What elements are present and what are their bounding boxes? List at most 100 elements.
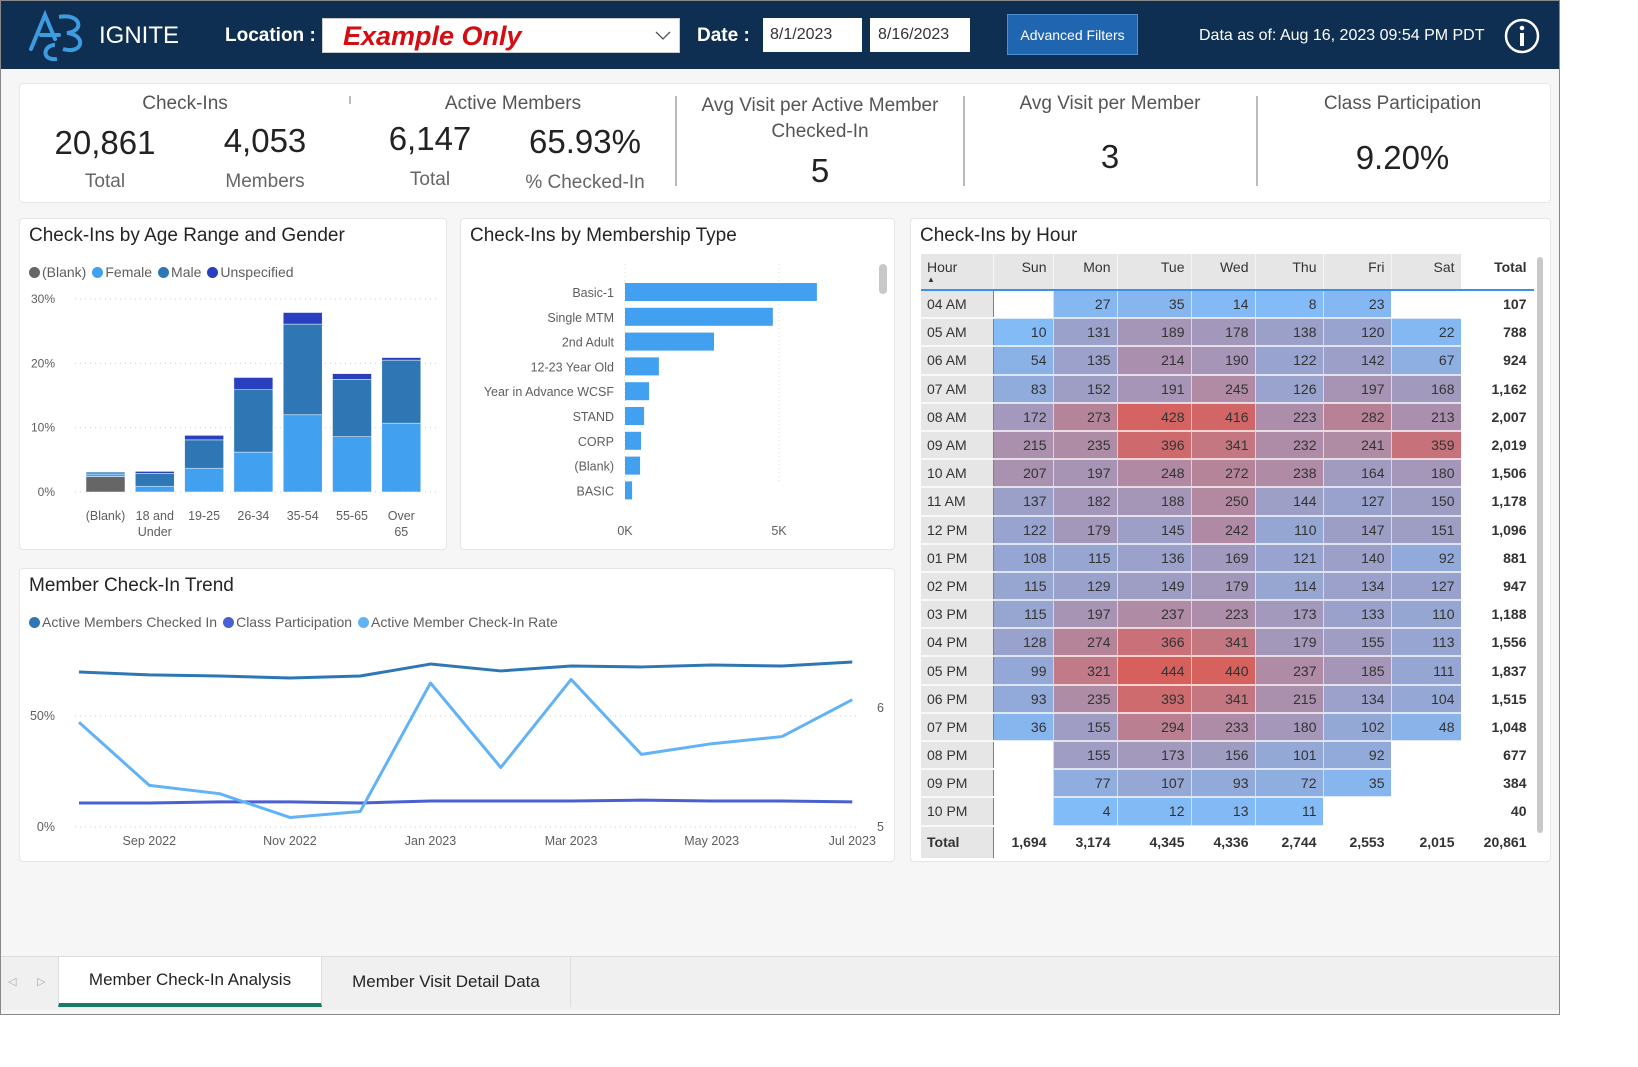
checkins-members-label: Members (225, 171, 305, 192)
column-header[interactable]: Thu (1255, 254, 1324, 291)
class-participation-title: Class Participation (1323, 93, 1482, 114)
legend-item[interactable]: (Blank) (29, 264, 86, 280)
heat-cell: 359 (1391, 430, 1462, 461)
column-header[interactable]: Wed (1191, 254, 1256, 291)
y-tick-label: 0% (37, 820, 55, 834)
heat-cell: 149 (1117, 571, 1192, 602)
heat-cell: 99 (993, 656, 1054, 686)
heat-cell: 282 (1323, 402, 1392, 432)
heat-cell: 273 (1053, 402, 1118, 432)
heat-cell: 4 (1053, 797, 1118, 827)
heat-cell: 242 (1191, 515, 1256, 545)
active-members-pct: 65.93% (529, 123, 641, 160)
heat-cell: 11 (1255, 797, 1324, 827)
legend-label: Class Participation (236, 614, 353, 630)
heat-cell: 67 (1391, 346, 1462, 376)
ignite-logo-icon (29, 9, 82, 62)
row-total: 384 (1461, 769, 1534, 799)
heat-cell (993, 769, 1054, 799)
heat-cell: 272 (1191, 459, 1256, 489)
legend-label: Male (171, 264, 202, 280)
heat-cell: 23 (1323, 290, 1392, 320)
column-header[interactable]: Tue (1117, 254, 1192, 291)
legend-item[interactable]: Female (92, 264, 152, 280)
legend-dot-icon (158, 267, 170, 278)
checkins-total: 20,861 (54, 124, 156, 161)
bar-segment (135, 473, 175, 487)
info-icon[interactable] (1503, 17, 1541, 55)
table-row: 06 AM 54 135 214 190 122 142 67 924 (921, 346, 1534, 376)
heat-cell: 396 (1117, 430, 1192, 461)
hour-label: 10 PM (921, 797, 994, 827)
column-total: 4,345 (1117, 825, 1192, 858)
scrollbar-thumb[interactable] (879, 264, 887, 294)
table-row: 07 AM 83 152 191 245 126 197 168 1,162 (921, 374, 1534, 404)
legend-item[interactable]: Male (158, 264, 201, 280)
heat-cell: 172 (993, 402, 1054, 432)
x-tick-label: 18 and (136, 509, 174, 523)
heat-cell: 168 (1391, 374, 1462, 404)
hour-label: 09 AM (921, 430, 994, 461)
date-end-input[interactable]: 8/16/2023 (870, 18, 970, 52)
heat-cell: 444 (1117, 656, 1192, 686)
column-total: 20,861 (1461, 825, 1534, 858)
x-tick-label: 35-54 (287, 509, 319, 523)
row-total: 677 (1461, 741, 1534, 771)
heat-cell: 127 (1391, 571, 1462, 602)
trend-legend: Active Members Checked In Class Particip… (29, 614, 558, 630)
heat-cell: 8 (1255, 290, 1324, 320)
table-row: 01 PM 108 115 136 169 121 140 92 881 (921, 543, 1534, 573)
x-tick-label: (Blank) (86, 509, 126, 523)
series-line (79, 798, 853, 805)
tab-scroll-left-icon[interactable]: ◁ (8, 975, 16, 988)
legend-dot-icon (207, 267, 219, 278)
scrollbar[interactable] (1537, 257, 1543, 833)
hour-label: 04 PM (921, 628, 994, 658)
advanced-filters-button[interactable]: Advanced Filters (1007, 14, 1138, 55)
y-tick-label: 50% (30, 709, 55, 723)
heat-cell: 131 (1053, 318, 1118, 348)
table-row: 09 AM 215 235 396 341 232 241 359 2,019 (921, 430, 1534, 461)
heat-cell: 178 (1191, 318, 1256, 348)
bar-segment (381, 359, 422, 424)
heat-cell: 197 (1053, 459, 1118, 489)
heat-cell: 173 (1117, 741, 1192, 771)
tab-scroll-right-icon[interactable]: ▷ (37, 975, 45, 988)
divider (963, 96, 965, 186)
column-header[interactable]: Mon (1053, 254, 1118, 291)
column-header[interactable]: Fri (1323, 254, 1392, 291)
legend-item[interactable]: Active Member Check-In Rate (358, 614, 558, 630)
legend-item[interactable]: Unspecified (207, 264, 294, 280)
heat-cell: 341 (1191, 430, 1256, 461)
heat-cell: 152 (1053, 374, 1118, 404)
column-header[interactable]: Total (1461, 254, 1534, 291)
hour-label: 06 PM (921, 684, 994, 714)
sort-ascending-icon[interactable]: ▲ (927, 275, 987, 284)
hour-heatmap-table: Hour ▲ Sun Mon Tue Wed Thu Fri Sat Total 04 AM 27 35… (921, 254, 1534, 858)
column-header[interactable]: Hour ▲ (921, 254, 994, 291)
column-header[interactable]: Sat (1391, 254, 1462, 291)
heat-cell: 223 (1255, 402, 1324, 432)
row-total: 924 (1461, 346, 1534, 376)
heat-cell: 235 (1053, 430, 1118, 461)
column-header[interactable]: Sun (993, 254, 1054, 291)
column-total: 1,694 (993, 825, 1054, 858)
location-label: Location : (225, 25, 316, 46)
heat-cell: 115 (993, 600, 1054, 630)
tab-member-visit-detail-data[interactable]: Member Visit Detail Data (322, 957, 571, 1007)
tab-member-check-in-analysis[interactable]: Member Check-In Analysis (58, 957, 322, 1007)
bar-segment (332, 373, 372, 380)
heat-cell: 232 (1255, 430, 1324, 461)
legend-item[interactable]: Class Participation (223, 614, 352, 630)
hour-label: 07 PM (921, 712, 994, 743)
heat-cell: 207 (993, 459, 1054, 489)
heat-cell: 134 (1323, 571, 1392, 602)
legend-item[interactable]: Active Members Checked In (29, 614, 217, 630)
heat-cell: 114 (1255, 571, 1324, 602)
heat-cell: 115 (993, 571, 1054, 602)
location-dropdown[interactable]: Example Only (322, 18, 680, 53)
date-start-input[interactable]: 8/1/2023 (763, 18, 862, 52)
series-line (77, 677, 853, 819)
row-total: 40 (1461, 797, 1534, 827)
heat-cell: 214 (1117, 346, 1192, 376)
